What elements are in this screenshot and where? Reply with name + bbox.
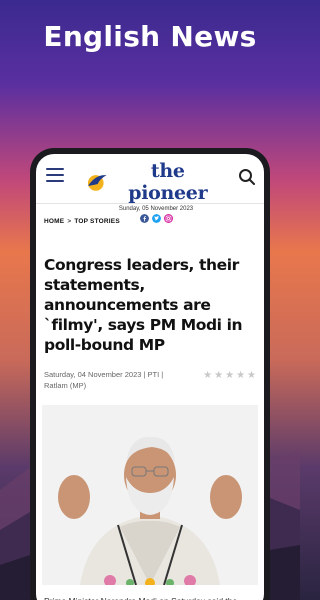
logo-wordmark: the pioneer bbox=[128, 160, 208, 204]
star-icon[interactable]: ★ bbox=[225, 371, 234, 391]
article-meta-row: Saturday, 04 November 2023 | PTI | Ratla… bbox=[36, 355, 264, 391]
breadcrumb-separator: > bbox=[67, 218, 72, 225]
article-photo bbox=[42, 405, 258, 585]
app-header: the pioneer Sunday, 05 November 2023 bbox=[36, 154, 264, 223]
menu-icon[interactable] bbox=[46, 168, 64, 182]
search-icon[interactable] bbox=[238, 168, 256, 186]
article-meta: Saturday, 04 November 2023 | PTI | Ratla… bbox=[44, 370, 164, 390]
star-icon[interactable]: ★ bbox=[203, 371, 212, 391]
star-icon[interactable]: ★ bbox=[214, 371, 223, 391]
rating-stars[interactable]: ★ ★ ★ ★ ★ bbox=[203, 371, 256, 391]
facebook-icon[interactable] bbox=[139, 214, 149, 223]
brand-logo[interactable]: the pioneer Sunday, 05 November 2023 bbox=[86, 160, 226, 223]
star-icon[interactable]: ★ bbox=[236, 371, 245, 391]
article-photo-image bbox=[42, 405, 258, 585]
breadcrumb-home[interactable]: HOME bbox=[44, 218, 64, 225]
phone-frame: the pioneer Sunday, 05 November 2023 HOM… bbox=[30, 148, 270, 600]
twitter-icon[interactable] bbox=[151, 214, 161, 223]
star-icon[interactable]: ★ bbox=[247, 371, 256, 391]
article-body-text: Prime Minister Narendra Modi on Saturday… bbox=[36, 585, 264, 600]
instagram-icon[interactable] bbox=[163, 214, 173, 223]
article-headline: Congress leaders, their statements, anno… bbox=[44, 256, 243, 354]
pioneer-bird-icon bbox=[87, 175, 107, 191]
header-date: Sunday, 05 November 2023 bbox=[118, 206, 194, 212]
app-screen: the pioneer Sunday, 05 November 2023 HOM… bbox=[36, 154, 264, 600]
promo-title: English News bbox=[43, 20, 257, 53]
social-links bbox=[86, 214, 226, 223]
